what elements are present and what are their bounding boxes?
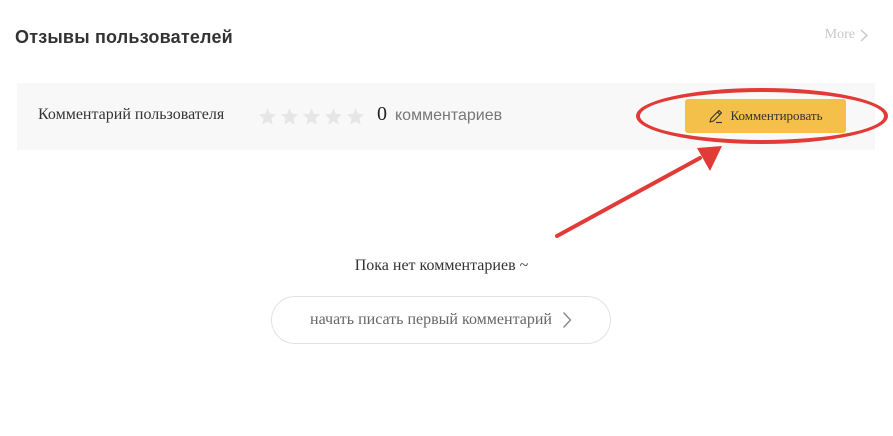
rating-stars[interactable]: [258, 107, 365, 126]
annotation-arrow: [555, 146, 722, 238]
star-icon[interactable]: [324, 107, 343, 126]
star-icon[interactable]: [280, 107, 299, 126]
more-link[interactable]: More: [825, 27, 868, 43]
star-icon[interactable]: [258, 107, 277, 126]
comment-button[interactable]: Комментировать: [685, 99, 846, 133]
write-first-comment-button[interactable]: начать писать первый комментарий: [271, 296, 611, 344]
comment-count: 0: [377, 103, 387, 125]
empty-state-text: Пока нет комментариев ~: [354, 257, 529, 274]
section-title: Отзывы пользователей: [15, 27, 233, 47]
comment-button-label: Комментировать: [730, 108, 823, 123]
comment-count-label: комментариев: [395, 107, 503, 124]
chevron-right-icon: [860, 28, 868, 42]
chevron-right-icon: [562, 312, 572, 328]
star-icon[interactable]: [346, 107, 365, 126]
pencil-icon: [709, 109, 723, 124]
rating-bar: Комментарий пользователя 0 комментариев …: [17, 83, 875, 150]
star-icon[interactable]: [302, 107, 321, 126]
rating-label: Комментарий пользователя: [38, 106, 225, 123]
write-first-comment-label: начать писать первый комментарий: [310, 311, 552, 328]
more-label: More: [824, 27, 855, 42]
